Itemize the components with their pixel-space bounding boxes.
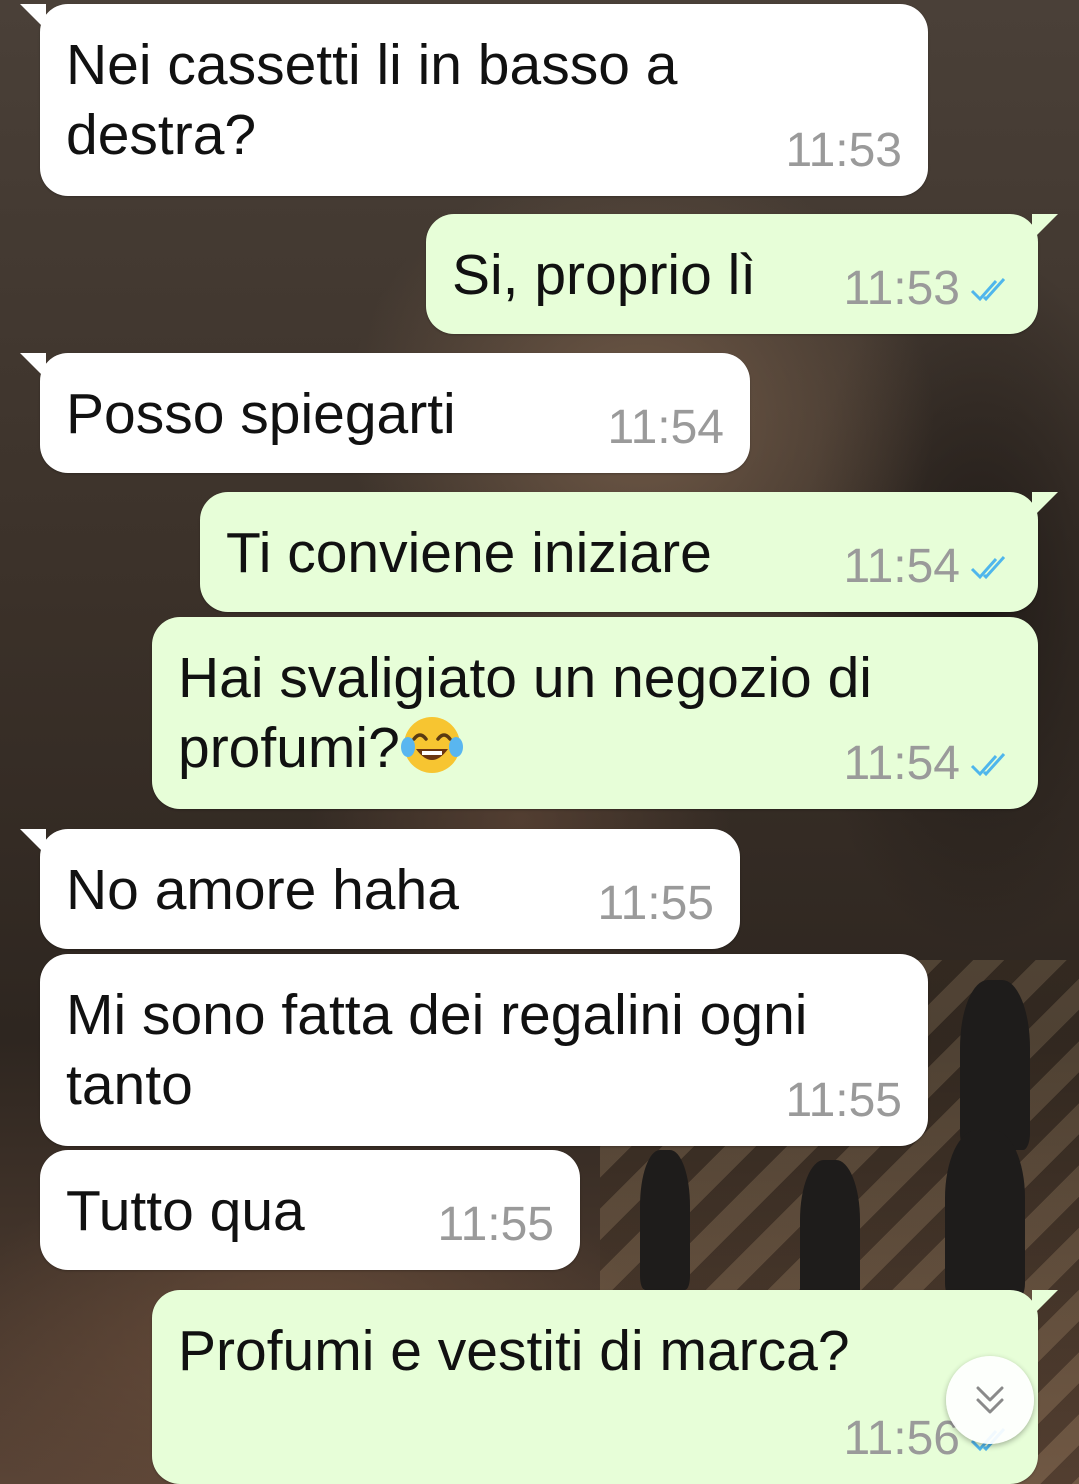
message-meta: 11:53 — [785, 124, 902, 178]
message-bubble-incoming[interactable]: Nei cassetti li in basso a destra? 11:53 — [20, 4, 928, 196]
message-time: 11:54 — [607, 401, 724, 454]
message-bubble-outgoing[interactable]: Hai svaligiato un negozio di profumi? 11… — [152, 617, 1038, 809]
scroll-to-bottom-button[interactable] — [946, 1356, 1034, 1444]
message-bubble-incoming[interactable]: Tutto qua 11:55 — [40, 1150, 580, 1270]
message-text: Mi sono fatta dei regalini ogni tanto — [66, 983, 808, 1117]
message-meta: 11:55 — [597, 877, 714, 931]
message-meta: 11:55 — [437, 1198, 554, 1252]
message-meta: 11:55 — [785, 1074, 902, 1128]
double-check-read-icon — [970, 555, 1006, 580]
message-time: 11:54 — [843, 540, 960, 593]
message-meta: 11:54 — [843, 540, 1012, 594]
message-bubble-outgoing[interactable]: Profumi e vestiti di marca? 11:56 — [152, 1290, 1058, 1484]
message-bubble-incoming[interactable]: No amore haha 11:55 — [20, 829, 740, 949]
message-time: 11:55 — [437, 1198, 554, 1251]
face-with-tears-of-joy-icon — [400, 717, 463, 773]
message-time: 11:55 — [597, 877, 714, 930]
message-text: Profumi e vestiti di marca? — [178, 1319, 850, 1383]
message-bubble-incoming[interactable]: Posso spiegarti 11:54 — [20, 353, 750, 473]
message-text: Nei cassetti li in basso a destra? — [66, 33, 678, 167]
message-text: Hai svaligiato un negozio di profumi? — [178, 646, 872, 780]
wallpaper-chess-piece — [945, 1130, 1025, 1300]
double-check-read-icon — [970, 752, 1006, 777]
message-time: 11:54 — [843, 737, 960, 790]
wallpaper-chess-piece — [960, 980, 1030, 1150]
message-bubble-outgoing[interactable]: Si, proprio lì 11:53 — [426, 214, 1058, 334]
message-time: 11:53 — [785, 124, 902, 177]
message-bubble-outgoing[interactable]: Ti conviene iniziare 11:54 — [200, 492, 1058, 612]
wallpaper-chess-piece — [640, 1150, 690, 1290]
message-meta: 11:54 — [607, 401, 724, 455]
wallpaper-chess-piece — [800, 1160, 860, 1310]
message-time: 11:55 — [785, 1074, 902, 1127]
double-check-read-icon — [970, 277, 1006, 302]
message-meta: 11:54 — [843, 737, 1012, 791]
double-chevron-down-icon — [976, 1386, 1004, 1414]
message-meta: 11:53 — [843, 262, 1012, 316]
message-time: 11:53 — [843, 262, 960, 315]
message-bubble-incoming[interactable]: Mi sono fatta dei regalini ogni tanto 11… — [40, 954, 928, 1146]
message-time: 11:56 — [843, 1412, 960, 1465]
